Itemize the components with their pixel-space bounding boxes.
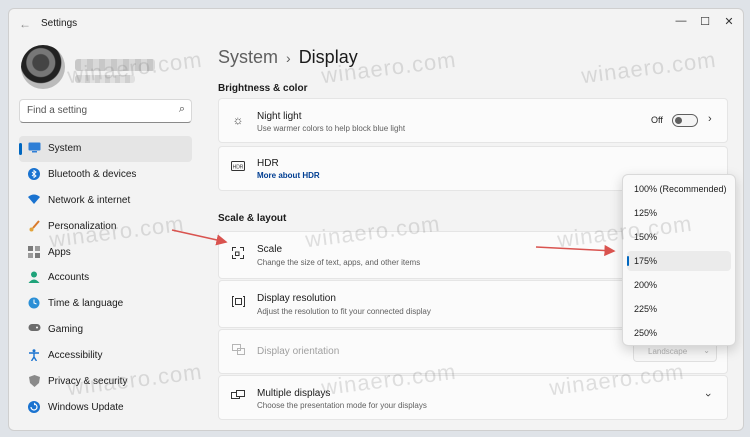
option-label: 250% xyxy=(634,328,658,338)
sidebar-item-label: Accounts xyxy=(48,272,90,284)
sidebar-item-label: Apps xyxy=(48,246,71,258)
hdr-icon: HDR xyxy=(231,160,245,174)
more-about-hdr-link[interactable]: More about HDR xyxy=(257,171,320,180)
brush-icon xyxy=(27,220,41,234)
option-label: 225% xyxy=(634,304,658,314)
breadcrumb: System › Display xyxy=(218,47,358,68)
orientation-icon xyxy=(231,344,245,358)
gamepad-icon xyxy=(27,323,41,337)
sidebar-item-label: Windows Update xyxy=(48,401,124,413)
update-icon xyxy=(27,400,41,415)
card-title: HDR xyxy=(257,158,279,169)
card-subtitle: Choose the presentation mode for your di… xyxy=(257,401,427,410)
blurred-user-name xyxy=(75,59,155,71)
multiple-displays-card[interactable]: Multiple displays Choose the presentatio… xyxy=(218,375,728,420)
avatar xyxy=(21,45,65,89)
sidebar-item-label: Accessibility xyxy=(48,350,103,362)
sidebar-item-label: Personalization xyxy=(48,220,117,232)
card-title: Multiple displays xyxy=(257,388,331,399)
shield-icon xyxy=(27,375,41,389)
card-title: Night light xyxy=(257,111,302,122)
breadcrumb-parent[interactable]: System xyxy=(218,47,278,67)
sidebar-item-system[interactable]: System xyxy=(19,136,192,162)
back-arrow-icon[interactable]: ← xyxy=(19,17,31,31)
card-title: Display resolution xyxy=(257,293,336,304)
breadcrumb-separator: › xyxy=(286,50,291,66)
close-button[interactable]: ✕ xyxy=(719,15,739,28)
sidebar-item-label: System xyxy=(48,143,82,154)
toggle-knob xyxy=(675,117,682,124)
sidebar-item-apps[interactable]: Apps xyxy=(19,240,192,266)
scale-option[interactable]: 225% xyxy=(627,299,731,319)
scale-option[interactable]: 125% xyxy=(627,203,731,223)
option-label: 100% (Recommended) xyxy=(634,184,727,194)
sidebar-item-bluetooth[interactable]: Bluetooth & devices xyxy=(19,162,192,188)
card-subtitle: Adjust the resolution to fit your connec… xyxy=(257,307,431,316)
card-subtitle: Change the size of text, apps, and other… xyxy=(257,258,421,267)
card-subtitle: Use warmer colors to help block blue lig… xyxy=(257,124,406,133)
monitor-icon xyxy=(27,142,41,156)
accessibility-icon xyxy=(27,349,41,363)
chevron-down-icon[interactable]: › xyxy=(702,393,714,397)
chevron-right-icon[interactable]: › xyxy=(708,113,712,125)
search-icon[interactable]: ⌕ xyxy=(179,103,185,116)
card-title: Scale xyxy=(257,244,283,255)
selection-indicator xyxy=(627,256,629,266)
sidebar-item-label: Gaming xyxy=(48,324,84,336)
blurred-user-email xyxy=(75,75,135,83)
sidebar-item-label: Network & internet xyxy=(48,194,131,206)
scale-option[interactable]: 150% xyxy=(627,227,731,247)
scale-dropdown: 100% (Recommended) 125% 150% 175% 200% 2… xyxy=(622,174,736,346)
user-profile[interactable] xyxy=(21,45,196,95)
page-title: Display xyxy=(298,47,358,67)
scale-option-selected[interactable]: 175% xyxy=(627,251,731,271)
option-label: 200% xyxy=(634,280,658,290)
sidebar-item-personalization[interactable]: Personalization xyxy=(19,214,192,240)
sidebar-nav: System Bluetooth & devices Network & int… xyxy=(19,136,192,421)
sidebar-item-label: Privacy & security xyxy=(48,376,128,388)
selection-indicator xyxy=(19,143,22,155)
settings-window: ← Settings — ☐ ✕ Find a setting ⌕ System… xyxy=(8,8,744,431)
option-label: 175% xyxy=(634,256,658,266)
maximize-button[interactable]: ☐ xyxy=(695,15,715,28)
orientation-value: Landscape xyxy=(648,347,688,356)
sidebar-item-accounts[interactable]: Accounts xyxy=(19,265,192,291)
sidebar-item-accessibility[interactable]: Accessibility xyxy=(19,343,192,369)
search-input[interactable]: Find a setting ⌕ xyxy=(19,99,192,123)
scale-icon xyxy=(231,247,245,262)
chevron-down-icon: ⌄ xyxy=(703,346,710,355)
sidebar-item-label: Time & language xyxy=(48,298,124,310)
watermark-text: winaero.com xyxy=(579,46,718,89)
title-bar: ← Settings — ☐ ✕ xyxy=(9,9,743,39)
person-icon xyxy=(27,271,41,285)
toggle-state-label: Off xyxy=(651,115,663,125)
card-title: Display orientation xyxy=(257,346,340,357)
minimize-button[interactable]: — xyxy=(671,15,691,27)
resolution-icon xyxy=(231,296,245,310)
section-heading-scale-layout: Scale & layout xyxy=(218,213,287,224)
sidebar-item-windows-update[interactable]: Windows Update xyxy=(19,395,192,421)
search-placeholder: Find a setting xyxy=(27,105,88,116)
sidebar-item-privacy[interactable]: Privacy & security xyxy=(19,369,192,395)
apps-icon xyxy=(27,245,41,260)
option-label: 150% xyxy=(634,232,658,242)
sidebar-item-gaming[interactable]: Gaming xyxy=(19,317,192,343)
globe-clock-icon xyxy=(27,297,41,311)
svg-text:HDR: HDR xyxy=(233,165,244,171)
app-title: Settings xyxy=(41,18,78,29)
sun-icon: ☼ xyxy=(232,113,244,127)
sidebar-item-network[interactable]: Network & internet xyxy=(19,188,192,214)
multiple-displays-icon xyxy=(231,390,245,404)
option-label: 125% xyxy=(634,208,658,218)
bluetooth-icon xyxy=(27,167,41,182)
night-light-toggle[interactable] xyxy=(672,114,698,127)
night-light-card[interactable]: ☼ Night light Use warmer colors to help … xyxy=(218,98,728,143)
sidebar-item-time-language[interactable]: Time & language xyxy=(19,291,192,317)
sidebar-item-label: Bluetooth & devices xyxy=(48,168,137,180)
scale-option[interactable]: 250% xyxy=(627,323,731,343)
section-heading-brightness: Brightness & color xyxy=(218,83,308,94)
wifi-icon xyxy=(27,194,41,208)
scale-option[interactable]: 200% xyxy=(627,275,731,295)
scale-option[interactable]: 100% (Recommended) xyxy=(627,179,731,199)
